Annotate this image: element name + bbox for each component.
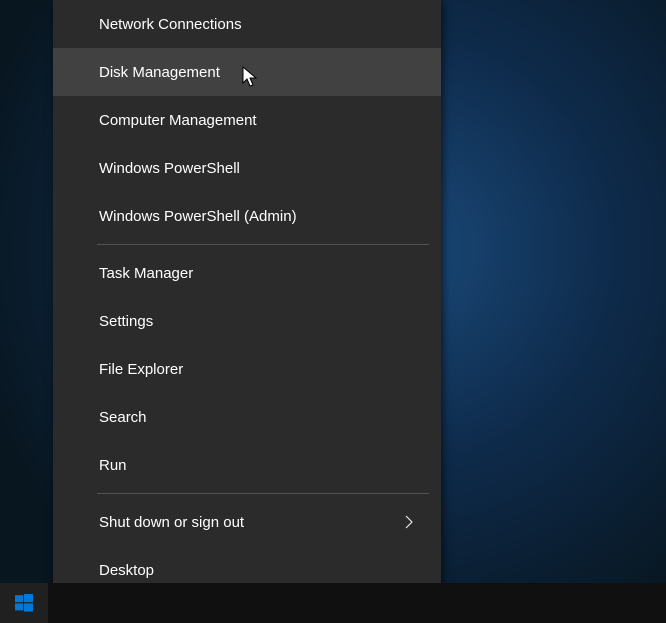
menu-item-label: Settings bbox=[99, 313, 153, 330]
menu-item-label: Computer Management bbox=[99, 112, 257, 129]
menu-item-search[interactable]: Search bbox=[53, 393, 441, 441]
menu-item-label: Windows PowerShell bbox=[99, 160, 240, 177]
menu-item-label: Desktop bbox=[99, 562, 154, 579]
chevron-right-icon bbox=[401, 514, 417, 530]
menu-item-windows-powershell-admin[interactable]: Windows PowerShell (Admin) bbox=[53, 192, 441, 240]
start-button[interactable] bbox=[0, 583, 48, 623]
menu-item-label: Search bbox=[99, 409, 147, 426]
menu-item-label: Disk Management bbox=[99, 64, 220, 81]
menu-item-label: Shut down or sign out bbox=[99, 514, 244, 531]
menu-item-computer-management[interactable]: Computer Management bbox=[53, 96, 441, 144]
menu-item-label: Network Connections bbox=[99, 16, 242, 33]
menu-item-disk-management[interactable]: Disk Management bbox=[53, 48, 441, 96]
menu-item-label: Run bbox=[99, 457, 127, 474]
menu-separator bbox=[97, 244, 429, 245]
taskbar bbox=[0, 583, 666, 623]
menu-item-run[interactable]: Run bbox=[53, 441, 441, 489]
menu-item-label: Windows PowerShell (Admin) bbox=[99, 208, 297, 225]
menu-item-settings[interactable]: Settings bbox=[53, 297, 441, 345]
menu-item-network-connections[interactable]: Network Connections bbox=[53, 0, 441, 48]
menu-item-windows-powershell[interactable]: Windows PowerShell bbox=[53, 144, 441, 192]
menu-item-task-manager[interactable]: Task Manager bbox=[53, 249, 441, 297]
menu-item-shutdown-signout[interactable]: Shut down or sign out bbox=[53, 498, 441, 546]
menu-separator bbox=[97, 493, 429, 494]
menu-item-label: Task Manager bbox=[99, 265, 193, 282]
menu-item-file-explorer[interactable]: File Explorer bbox=[53, 345, 441, 393]
windows-logo-icon bbox=[15, 594, 33, 612]
power-user-menu: Network Connections Disk Management Comp… bbox=[53, 0, 441, 600]
menu-item-label: File Explorer bbox=[99, 361, 183, 378]
